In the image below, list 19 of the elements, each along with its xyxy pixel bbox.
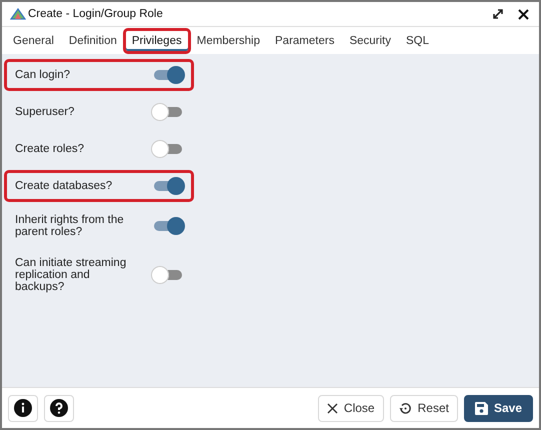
close-icon bbox=[326, 402, 338, 414]
field-label: Create roles? bbox=[15, 143, 86, 155]
window-title: Create - Login/Group Role bbox=[28, 8, 163, 20]
logo-icon bbox=[10, 8, 26, 20]
field-label: Can login? bbox=[15, 69, 71, 81]
tab[interactable]: Privileges bbox=[122, 28, 191, 54]
close-icon[interactable] bbox=[518, 8, 529, 20]
close-button[interactable]: Close bbox=[318, 394, 384, 422]
field-label: Inherit rights from the parent roles? bbox=[15, 214, 125, 238]
reset-icon bbox=[398, 402, 412, 414]
field-label: Can initiate streaming replication and backups? bbox=[15, 257, 128, 293]
tab[interactable]: SQL bbox=[397, 28, 438, 54]
save-button[interactable]: Save bbox=[464, 394, 533, 422]
field-label: Create databases? bbox=[15, 180, 114, 192]
field-label: Superuser? bbox=[15, 106, 76, 118]
reset-button[interactable]: Reset bbox=[390, 394, 458, 422]
info-button[interactable] bbox=[8, 394, 38, 422]
help-button[interactable] bbox=[44, 394, 74, 422]
expand-icon[interactable] bbox=[492, 8, 504, 20]
